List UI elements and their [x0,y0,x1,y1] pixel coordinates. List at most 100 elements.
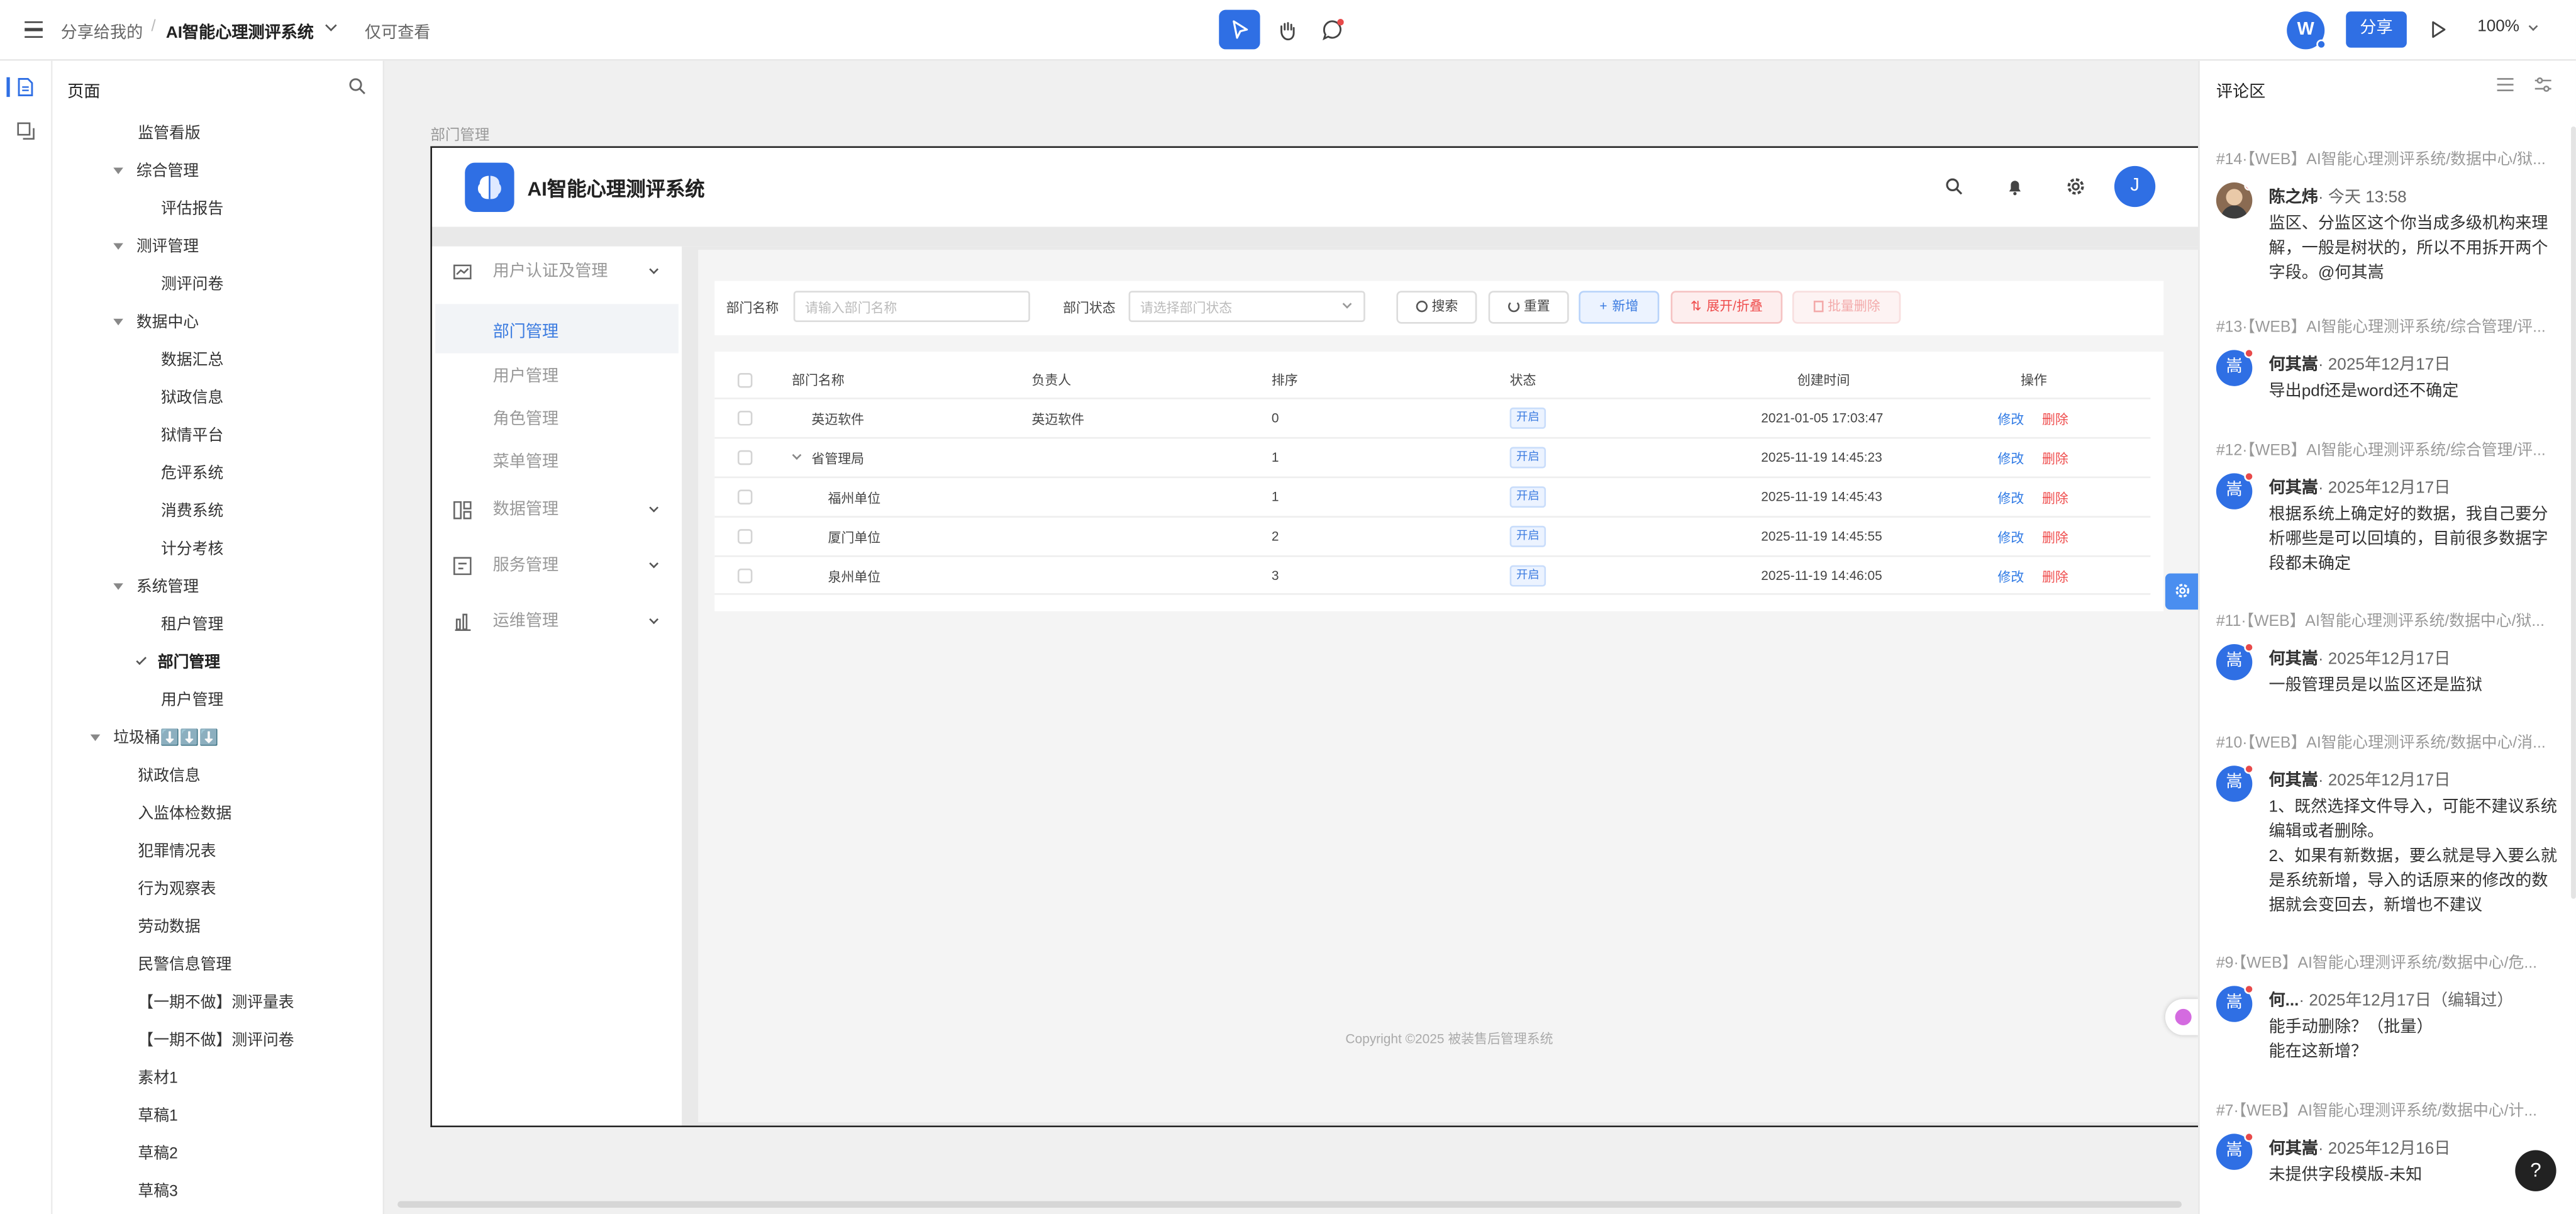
delete-link[interactable]: 删除 [2042,569,2068,587]
tree-item[interactable]: 草稿1 [138,1101,177,1133]
tree-item[interactable]: 犯罪情况表 [138,837,216,869]
caret-down-icon[interactable] [113,168,123,175]
nav-group-service[interactable]: 服务管理 [432,550,679,583]
assistant-float-button[interactable] [2165,999,2199,1035]
delete-link[interactable]: 删除 [2042,450,2068,469]
tree-item[interactable]: 用户管理 [161,685,223,718]
dept-name-input[interactable]: 请输入部门名称 [793,291,1030,322]
layers-icon[interactable] [16,121,36,141]
project-title[interactable]: AI智能心理测评系统 [166,18,314,43]
tree-item[interactable]: 垃圾桶⬇️⬇️⬇️ [90,723,218,755]
edit-link[interactable]: 修改 [1997,529,2024,547]
tree-item[interactable]: 测评问卷 [161,269,223,302]
comment-context[interactable]: #7·【WEB】AI智能心理测评系统/数据中心/计... [2216,1098,2555,1121]
app-user-avatar[interactable]: J [2114,165,2156,208]
tree-item[interactable]: 行为观察表 [138,874,216,907]
zoom-level[interactable]: 100% [2477,18,2519,36]
chevron-down-icon[interactable] [325,19,337,31]
settings-float-button[interactable] [2165,573,2199,610]
tree-item[interactable]: 民警信息管理 [138,950,231,983]
search-icon[interactable] [348,77,367,96]
tree-item-active[interactable]: 部门管理 [136,647,220,680]
comment-context[interactable]: #14·【WEB】AI智能心理测评系统/数据中心/狱... [2216,146,2555,169]
comment-context[interactable]: #10·【WEB】AI智能心理测评系统/数据中心/消... [2216,730,2555,753]
tree-item[interactable]: 危评系统 [161,459,223,491]
help-button[interactable]: ? [2515,1150,2557,1191]
tree-item[interactable]: 消费系统 [161,496,223,529]
nav-group-ops[interactable]: 运维管理 [432,606,679,639]
comment-item[interactable]: #14·【WEB】AI智能心理测评系统/数据中心/狱... 陈之炜· 今天 13… [2216,146,2555,294]
pointer-tool-button[interactable] [1219,9,1260,50]
delete-link[interactable]: 删除 [2042,411,2068,429]
comment-context[interactable]: #11·【WEB】AI智能心理测评系统/数据中心/狱... [2216,608,2555,631]
comment-context[interactable]: #9·【WEB】AI智能心理测评系统/数据中心/危... [2216,950,2555,973]
select-all-checkbox[interactable] [737,372,753,388]
tree-item[interactable]: 监管看版 [138,118,200,151]
tree-item[interactable]: 数据汇总 [161,345,223,378]
tree-item[interactable]: 计分考核 [161,534,223,567]
delete-link[interactable]: 删除 [2042,489,2068,508]
comment-item[interactable]: #13·【WEB】AI智能心理测评系统/综合管理/评... 嵩 何其嵩· 202… [2216,314,2555,413]
tree-item[interactable]: 狱政信息 [138,760,200,793]
comment-item[interactable]: #12·【WEB】AI智能心理测评系统/综合管理/评... 嵩 何其嵩· 202… [2216,437,2555,585]
menu-icon[interactable] [25,21,43,38]
tree-item[interactable]: 【一期不做】测评问卷 [138,1025,294,1058]
zoom-chevron-icon[interactable] [2528,21,2538,31]
comment-item[interactable]: #10·【WEB】AI智能心理测评系统/数据中心/消... 嵩 何其嵩· 202… [2216,730,2557,927]
add-button[interactable]: + 新增 [1579,291,1660,324]
frame-label[interactable]: 部门管理 [430,123,489,145]
caret-down-icon[interactable] [90,735,101,742]
nav-item-user[interactable]: 用户管理 [432,362,679,394]
nav-item-role[interactable]: 角色管理 [432,404,679,437]
list-icon[interactable] [2497,77,2514,92]
comment-item[interactable]: #11·【WEB】AI智能心理测评系统/数据中心/狱... 嵩 何其嵩· 202… [2216,608,2555,707]
row-checkbox[interactable] [737,450,753,465]
hand-tool-button[interactable] [1267,10,1307,50]
nav-group-data[interactable]: 数据管理 [432,494,679,527]
tree-item[interactable]: 狱情平台 [161,421,223,454]
expand-collapse-button[interactable]: ⇅ 展开/折叠 [1670,291,1783,324]
bell-icon[interactable] [2006,177,2024,196]
tree-item[interactable]: 草稿2 [138,1139,177,1171]
row-checkbox[interactable] [737,529,753,544]
edit-link[interactable]: 修改 [1997,489,2024,508]
share-button[interactable]: 分享 [2346,11,2407,48]
dept-status-select[interactable]: 请选择部门状态 [1128,291,1365,322]
tree-item[interactable]: 狱政信息 [161,383,223,416]
tree-item[interactable]: 租户管理 [161,610,223,642]
tree-item[interactable]: 测评管理 [113,231,199,264]
breadcrumb-shared[interactable]: 分享给我的 [61,18,143,43]
row-checkbox[interactable] [737,489,753,504]
tree-item[interactable]: 劳动数据 [138,912,200,945]
comment-tool-button[interactable] [1311,10,1352,50]
tree-item[interactable]: 入监体检数据 [138,799,231,832]
comment-item[interactable]: #7·【WEB】AI智能心理测评系统/数据中心/计... 嵩 何其嵩· 2025… [2216,1098,2555,1205]
filter-icon[interactable] [2534,77,2551,92]
gear-icon[interactable] [2065,176,2087,198]
batch-delete-button[interactable]: 批量删除 [1792,291,1901,324]
comment-context[interactable]: #12·【WEB】AI智能心理测评系统/综合管理/评... [2216,437,2555,460]
page-icon[interactable] [16,77,35,97]
nav-item-menu[interactable]: 菜单管理 [432,447,679,480]
tree-item[interactable]: 数据中心 [113,307,199,340]
comment-item[interactable]: #9·【WEB】AI智能心理测评系统/数据中心/危... 嵩 何...· 202… [2216,950,2555,1073]
user-avatar[interactable]: W [2287,11,2326,50]
tree-item[interactable]: 【一期不做】测评量表 [138,988,294,1020]
edit-link[interactable]: 修改 [1997,569,2024,587]
tree-item[interactable]: 系统管理 [113,572,199,604]
delete-link[interactable]: 删除 [2042,529,2068,547]
search-icon[interactable] [1945,177,1963,196]
expand-caret-icon[interactable] [792,450,802,460]
row-checkbox[interactable] [737,568,753,584]
edit-link[interactable]: 修改 [1997,450,2024,469]
nav-item-dept-active[interactable]: 部门管理 [435,304,679,354]
comments-scrollbar[interactable] [2571,126,2576,899]
tree-item[interactable]: 素材1 [138,1063,177,1096]
search-button[interactable]: 搜索 [1396,291,1477,324]
tree-item[interactable]: 评估报告 [161,194,223,226]
edit-link[interactable]: 修改 [1997,411,2024,429]
caret-down-icon[interactable] [113,243,123,251]
caret-down-icon[interactable] [113,320,123,326]
caret-down-icon[interactable] [113,584,123,591]
tree-item[interactable]: 草稿3 [138,1176,177,1209]
